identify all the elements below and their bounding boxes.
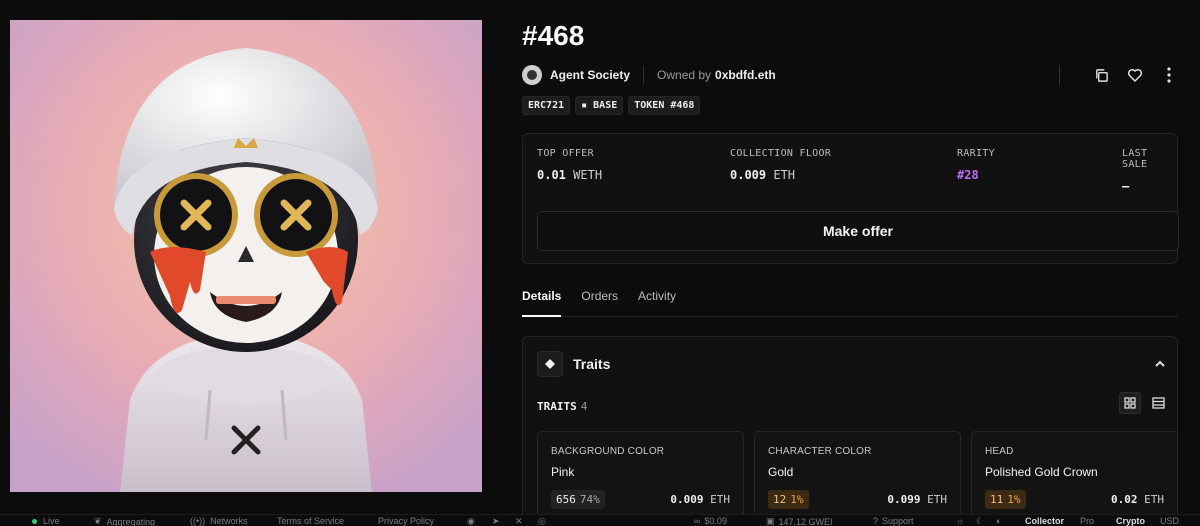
currency-usd[interactable]: USD [1160, 516, 1179, 526]
traits-count: TRAITS 4 [537, 397, 587, 415]
trait-type: BACKGROUND COLOR [551, 446, 665, 457]
diamond-icon [537, 351, 563, 377]
leaf-icon: ❦ [94, 516, 102, 526]
tag-standard: ERC721 [522, 96, 571, 115]
token-title: #468 [522, 20, 585, 51]
traits-count-value: 4 [580, 400, 588, 413]
token-tags: ERC721 ▪ BASE TOKEN #468 [522, 96, 701, 115]
trait-rarity-badge: 11 1% [985, 490, 1026, 509]
trait-card[interactable]: HEAD Polished Gold Crown 11 1% 0.02 ETH [971, 431, 1177, 526]
gas-price: ▣ 147.12 GWEI [766, 516, 833, 526]
trait-floor-price: 0.009 ETH [670, 493, 730, 506]
trait-rarity-badge: 656 74% [551, 490, 605, 509]
list-view-icon[interactable] [1147, 392, 1169, 414]
heart-icon[interactable] [1126, 66, 1144, 84]
make-offer-button[interactable]: Make offer [537, 211, 1179, 251]
stat-top-offer: TOP OFFER 0.01 WETH [537, 148, 602, 182]
grid-view-icon[interactable] [1119, 392, 1141, 414]
stat-label: TOP OFFER [537, 148, 594, 159]
divider [1059, 65, 1060, 85]
view-toggle [1119, 392, 1169, 414]
instagram-icon[interactable]: ◎ [538, 516, 546, 526]
status-bar: Live ❦ Aggregating ((•)) Networks Terms of… [0, 514, 1200, 526]
traits-header[interactable]: Traits [537, 351, 610, 377]
owner-prefix: Owned by [657, 68, 712, 82]
mode-pro[interactable]: Pro [1080, 516, 1094, 526]
tab-orders[interactable]: Orders [581, 289, 618, 317]
copy-icon[interactable] [1092, 66, 1110, 84]
live-dot-icon [32, 518, 37, 524]
tab-details[interactable]: Details [522, 289, 562, 317]
skull-character-illustration [10, 20, 482, 492]
owner-link[interactable]: 0xbdfd.eth [715, 68, 776, 82]
token-detail-panel: #468 Agent Society Owned by 0xbdfd.eth ER… [522, 0, 1179, 526]
stat-collection-floor: COLLECTION FLOOR 0.009 ETH [730, 148, 831, 182]
stat-value: 0.01 WETH [537, 168, 603, 182]
stat-label: RARITY [957, 148, 995, 159]
traits-count-label: TRAITS [537, 400, 577, 413]
trait-floor-price: 0.099 ETH [887, 493, 947, 506]
trait-value: Gold [768, 465, 794, 479]
collection-name-link[interactable]: Agent Society [550, 68, 630, 82]
divider [643, 66, 645, 84]
help-icon: ? [873, 516, 879, 526]
live-status: Live [32, 516, 60, 526]
trait-card[interactable]: BACKGROUND COLOR Pink 656 74% 0.009 ETH [537, 431, 744, 526]
stats-card: TOP OFFER 0.01 WETH COLLECTION FLOOR 0.0… [522, 133, 1179, 264]
support-link[interactable]: ? Support [873, 516, 914, 526]
fuel-icon: ▣ [766, 516, 775, 526]
tab-activity[interactable]: Activity [638, 289, 676, 317]
collection-avatar[interactable] [522, 65, 542, 85]
stat-last-sale: LAST SALE – [1122, 148, 1177, 193]
detail-tabs: Details Orders Activity [522, 289, 1178, 317]
stat-value: 0.009 ETH [730, 168, 796, 182]
trait-value: Pink [551, 465, 575, 479]
token-actions [1059, 65, 1178, 85]
nft-image[interactable] [10, 20, 482, 492]
trait-floor-price: 0.02 ETH [1111, 493, 1164, 506]
telegram-icon[interactable]: ➤ [492, 516, 500, 526]
stat-rarity: RARITY #28 [957, 148, 995, 182]
stat-label: LAST SALE [1122, 148, 1148, 170]
signal-icon: ((•)) [190, 516, 206, 526]
trait-rarity-badge: 12 1% [768, 490, 809, 509]
networks-link[interactable]: ((•)) Networks [190, 516, 248, 526]
traits-section: Traits TRAITS 4 BACKGROUND COLOR Pink 656… [522, 336, 1178, 526]
stat-label: COLLECTION FLOOR [730, 148, 832, 159]
tag-token-id: TOKEN #468 [628, 96, 701, 115]
traits-title: Traits [573, 356, 611, 372]
tag-chain: ▪ BASE [575, 96, 624, 115]
sun-icon[interactable]: ☼ [956, 516, 964, 526]
contrast-icon[interactable]: ◐ [996, 516, 1001, 526]
trait-value: Polished Gold Crown [985, 465, 1098, 479]
privacy-link[interactable]: Privacy Policy [378, 516, 434, 526]
stat-value: – [1122, 179, 1130, 193]
link-icon: ∞ [694, 516, 701, 526]
mode-collector[interactable]: Collector [1025, 516, 1064, 526]
owner-text: Owned by 0xbdfd.eth [657, 68, 776, 82]
discord-icon[interactable]: ◉ [467, 516, 475, 526]
aggregating-link[interactable]: ❦ Aggregating [94, 516, 155, 526]
chevron-up-icon[interactable] [1153, 357, 1167, 371]
trait-type: CHARACTER COLOR [768, 446, 872, 457]
collection-owner-row: Agent Society Owned by 0xbdfd.eth [522, 64, 1178, 86]
rarity-rank[interactable]: #28 [957, 168, 995, 182]
moon-icon[interactable]: ☾ [976, 516, 984, 526]
trait-type: HEAD [985, 446, 1014, 457]
terms-link[interactable]: Terms of Service [277, 516, 344, 526]
x-icon[interactable]: ✕ [515, 516, 523, 526]
eth-price: ∞ $0.09 [694, 516, 727, 526]
trait-card[interactable]: CHARACTER COLOR Gold 12 1% 0.099 ETH [754, 431, 961, 526]
currency-crypto[interactable]: Crypto [1116, 516, 1145, 526]
more-vertical-icon[interactable] [1160, 66, 1178, 84]
